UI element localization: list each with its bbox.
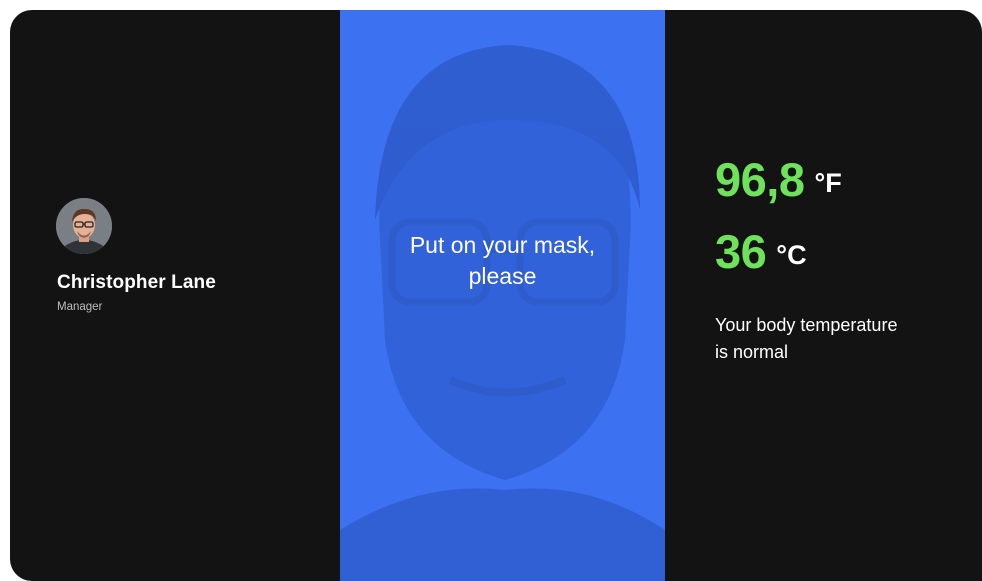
celsius-unit: °C xyxy=(776,240,807,270)
celsius-value: 36 xyxy=(715,225,767,278)
person-role: Manager xyxy=(57,301,103,313)
camera-face-image xyxy=(340,45,665,581)
mask-prompt-line-1: Put on your mask, xyxy=(409,232,596,258)
mask-prompt: Put on your mask, please xyxy=(340,230,665,292)
mask-prompt-line-2: please xyxy=(468,263,537,289)
avatar xyxy=(56,198,112,254)
fahrenheit-unit: °F xyxy=(814,168,842,198)
user-avatar-icon xyxy=(56,198,112,254)
temperature-status: Your body temperature is normal xyxy=(715,312,965,366)
temperature-status-line-1: Your body temperature xyxy=(715,315,898,335)
employee-panel: Christopher Lane Manager xyxy=(10,10,340,581)
temperature-panel: 96,8 °F 36 °C Your body temperature is nor… xyxy=(665,10,982,581)
fahrenheit-value: 96,8 xyxy=(715,153,805,206)
fahrenheit-reading: 96,8 °F xyxy=(715,152,842,207)
kiosk-screen: Christopher Lane Manager Put on your mas… xyxy=(10,10,982,581)
person-name: Christopher Lane xyxy=(57,272,216,293)
camera-panel: Put on your mask, please xyxy=(340,10,665,581)
temperature-status-line-2: is normal xyxy=(715,342,789,362)
celsius-reading: 36 °C xyxy=(715,224,807,279)
